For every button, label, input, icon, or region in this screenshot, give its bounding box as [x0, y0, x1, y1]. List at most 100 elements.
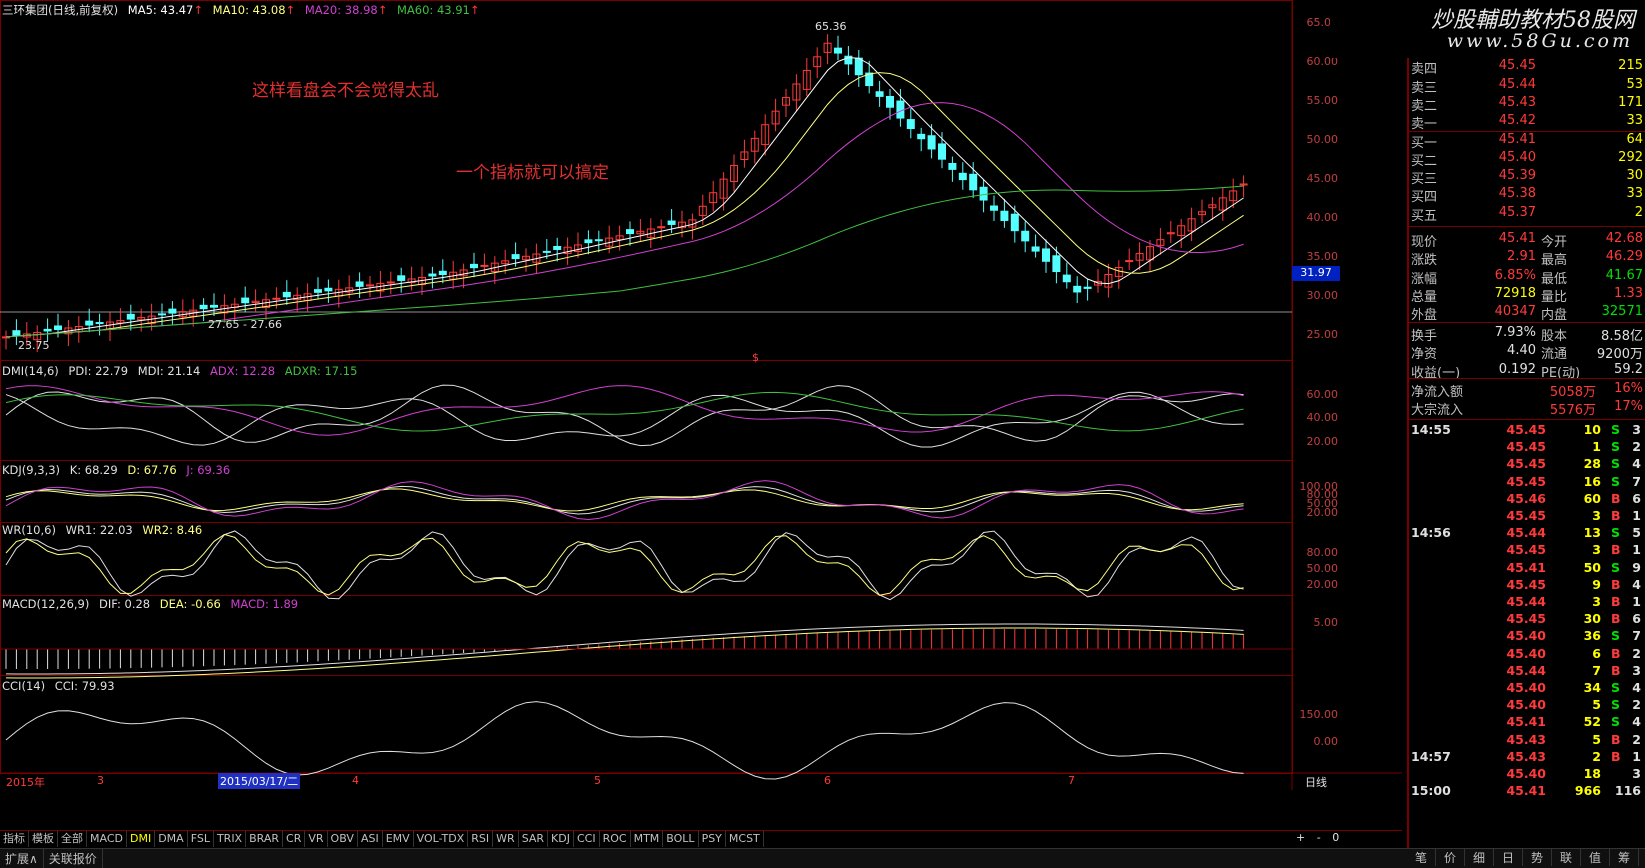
tick-side: S	[1611, 456, 1621, 472]
right-tab[interactable]: 筹	[1610, 849, 1639, 866]
zoom-out-button[interactable]: -	[1313, 831, 1325, 844]
macd-axis-label: 5.00	[1313, 616, 1339, 629]
indicator-tab[interactable]: ASI	[358, 831, 383, 847]
indicator-tab[interactable]: DMA	[155, 831, 188, 847]
zoom-in-button[interactable]: +	[1292, 831, 1309, 844]
dmi-header: DMI(14,6) PDI: 22.79 MDI: 21.14 ADX: 12.…	[2, 364, 363, 378]
quote-label: 总量	[1411, 289, 1438, 305]
main-header: 三环集团(日线,前复权) MA5: 43.47↑ MA10: 43.08↑ MA…	[2, 2, 486, 18]
related-quote-button[interactable]: 关联报价	[44, 849, 103, 868]
flow-percent: 17%	[1614, 399, 1643, 415]
quote-value: 2.91	[1507, 249, 1536, 265]
indicator-tab[interactable]: MCST	[726, 831, 764, 847]
indicator-tab[interactable]: CR	[283, 831, 306, 847]
indicator-tab[interactable]: TRIX	[214, 831, 247, 847]
right-tab[interactable]: 势	[1523, 849, 1552, 866]
indicator-tab[interactable]: VOL-TDX	[414, 831, 469, 847]
tick-volume: 7	[1592, 662, 1601, 678]
tick-count: 2	[1632, 645, 1641, 661]
tick-side: S	[1611, 439, 1621, 455]
fundamental-label: 净资	[1411, 347, 1438, 363]
tick-volume: 18	[1583, 766, 1601, 781]
order-book-price: 45.39	[1498, 168, 1536, 184]
tick-count: 1	[1632, 542, 1641, 558]
candle-body	[428, 273, 437, 277]
indicator-tab[interactable]: SAR	[519, 831, 549, 847]
fundamental-row: 收益(一) 0.192 PE(动) 59.2	[1411, 362, 1645, 381]
order-book-volume: 53	[1626, 76, 1643, 92]
indicator-tab[interactable]: VR	[305, 831, 328, 847]
period-label[interactable]: 日线	[1305, 774, 1327, 790]
tick-row: 45.44 7 B 3	[1411, 663, 1645, 680]
candle-body	[355, 281, 364, 287]
date-m4: 4	[352, 774, 359, 787]
candle-body	[979, 186, 988, 201]
indicator-tab[interactable]: RSI	[468, 831, 494, 847]
indicator-tab[interactable]: 模板	[29, 831, 58, 847]
price-axis-label: 45.00	[1306, 172, 1339, 185]
dmi-pdi-line	[5, 384, 1244, 447]
indicator-tab[interactable]: BOLL	[663, 831, 699, 847]
quote-value: 46.29	[1605, 249, 1643, 265]
ma5-label: MA5: 43.47	[127, 3, 194, 17]
tick-price: 45.45	[1506, 439, 1546, 455]
tick-side: S	[1611, 714, 1621, 730]
indicator-tab[interactable]: CCI	[574, 831, 600, 847]
right-tab[interactable]: 价	[1436, 849, 1465, 866]
candle-body	[927, 135, 936, 150]
divider	[1409, 322, 1645, 323]
candle-body	[896, 100, 905, 119]
candle-body	[948, 162, 957, 170]
right-tab[interactable]: 联	[1552, 849, 1581, 866]
tick-price: 45.44	[1506, 594, 1546, 609]
indicator-tab[interactable]: 指标	[0, 831, 29, 847]
date-year: 2015年	[6, 776, 45, 789]
dmi-axis-label: 60.00	[1306, 388, 1339, 401]
candle-body	[43, 328, 52, 332]
right-tab[interactable]: 值	[1581, 849, 1610, 866]
indicator-tab[interactable]: DMI	[127, 831, 156, 847]
ma10-line	[5, 72, 1244, 338]
tick-row: 14:57 45.43 2 B 1	[1411, 749, 1645, 766]
right-tab[interactable]: 细	[1465, 849, 1494, 866]
fundamental-value: 7.93%	[1494, 325, 1536, 340]
order-book-row: 卖一 45.42 33	[1411, 113, 1645, 132]
wr-axis-label: 50.00	[1306, 562, 1339, 575]
wr-wr1: WR1: 22.03	[65, 523, 133, 537]
chart-area[interactable]: 三环集团(日线,前复权) MA5: 43.47↑ MA10: 43.08↑ MA…	[0, 0, 1402, 830]
candle-body	[553, 245, 562, 250]
indicator-tab[interactable]: ROC	[600, 831, 631, 847]
indicator-tab[interactable]: FSL	[188, 831, 214, 847]
quote-row: 涨跌 2.91 最高 46.29	[1411, 249, 1645, 268]
indicator-tab[interactable]: BRAR	[246, 831, 284, 847]
order-book-price: 45.40	[1498, 149, 1536, 165]
indicator-tab[interactable]: MTM	[631, 831, 664, 847]
expand-button[interactable]: 扩展∧	[0, 849, 44, 868]
tick-row: 45.45 9 B 4	[1411, 577, 1645, 594]
indicator-tab[interactable]: 全部	[58, 831, 87, 847]
flow-label: 大宗流入	[1411, 403, 1464, 419]
indicator-tab[interactable]: EMV	[383, 831, 414, 847]
candle-body	[54, 325, 62, 330]
tick-side: B	[1611, 662, 1621, 678]
tick-row: 45.40 5 S 2	[1411, 697, 1645, 714]
fundamental-row: 净资 4.40 流通 9200万	[1411, 343, 1645, 363]
tick-count: 4	[1632, 456, 1641, 472]
right-tab[interactable]: 日	[1494, 849, 1523, 866]
reset-button[interactable]: 0	[1328, 831, 1343, 844]
quote-label: 外盘	[1411, 308, 1438, 324]
stock-title: 三环集团(日线,前复权)	[2, 3, 119, 17]
order-book-row: 买四 45.38 33	[1411, 186, 1645, 205]
indicator-tab[interactable]: MACD	[87, 831, 127, 847]
kline-chart[interactable]	[0, 0, 1402, 830]
indicator-tab[interactable]: WR	[493, 831, 519, 847]
ma20-line	[5, 102, 1244, 338]
candle-body	[95, 322, 104, 325]
tick-count: 3	[1632, 422, 1641, 437]
fundamental-label: 换手	[1411, 329, 1438, 344]
right-tab[interactable]: 笔	[1407, 849, 1436, 866]
indicator-tab[interactable]: OBV	[328, 831, 358, 847]
quote-panel: 卖五45.46107卖四45.45215卖三45.4453卖二45.43171卖…	[1407, 0, 1645, 848]
indicator-tab[interactable]: PSY	[699, 831, 726, 847]
indicator-tab[interactable]: KDJ	[548, 831, 574, 847]
